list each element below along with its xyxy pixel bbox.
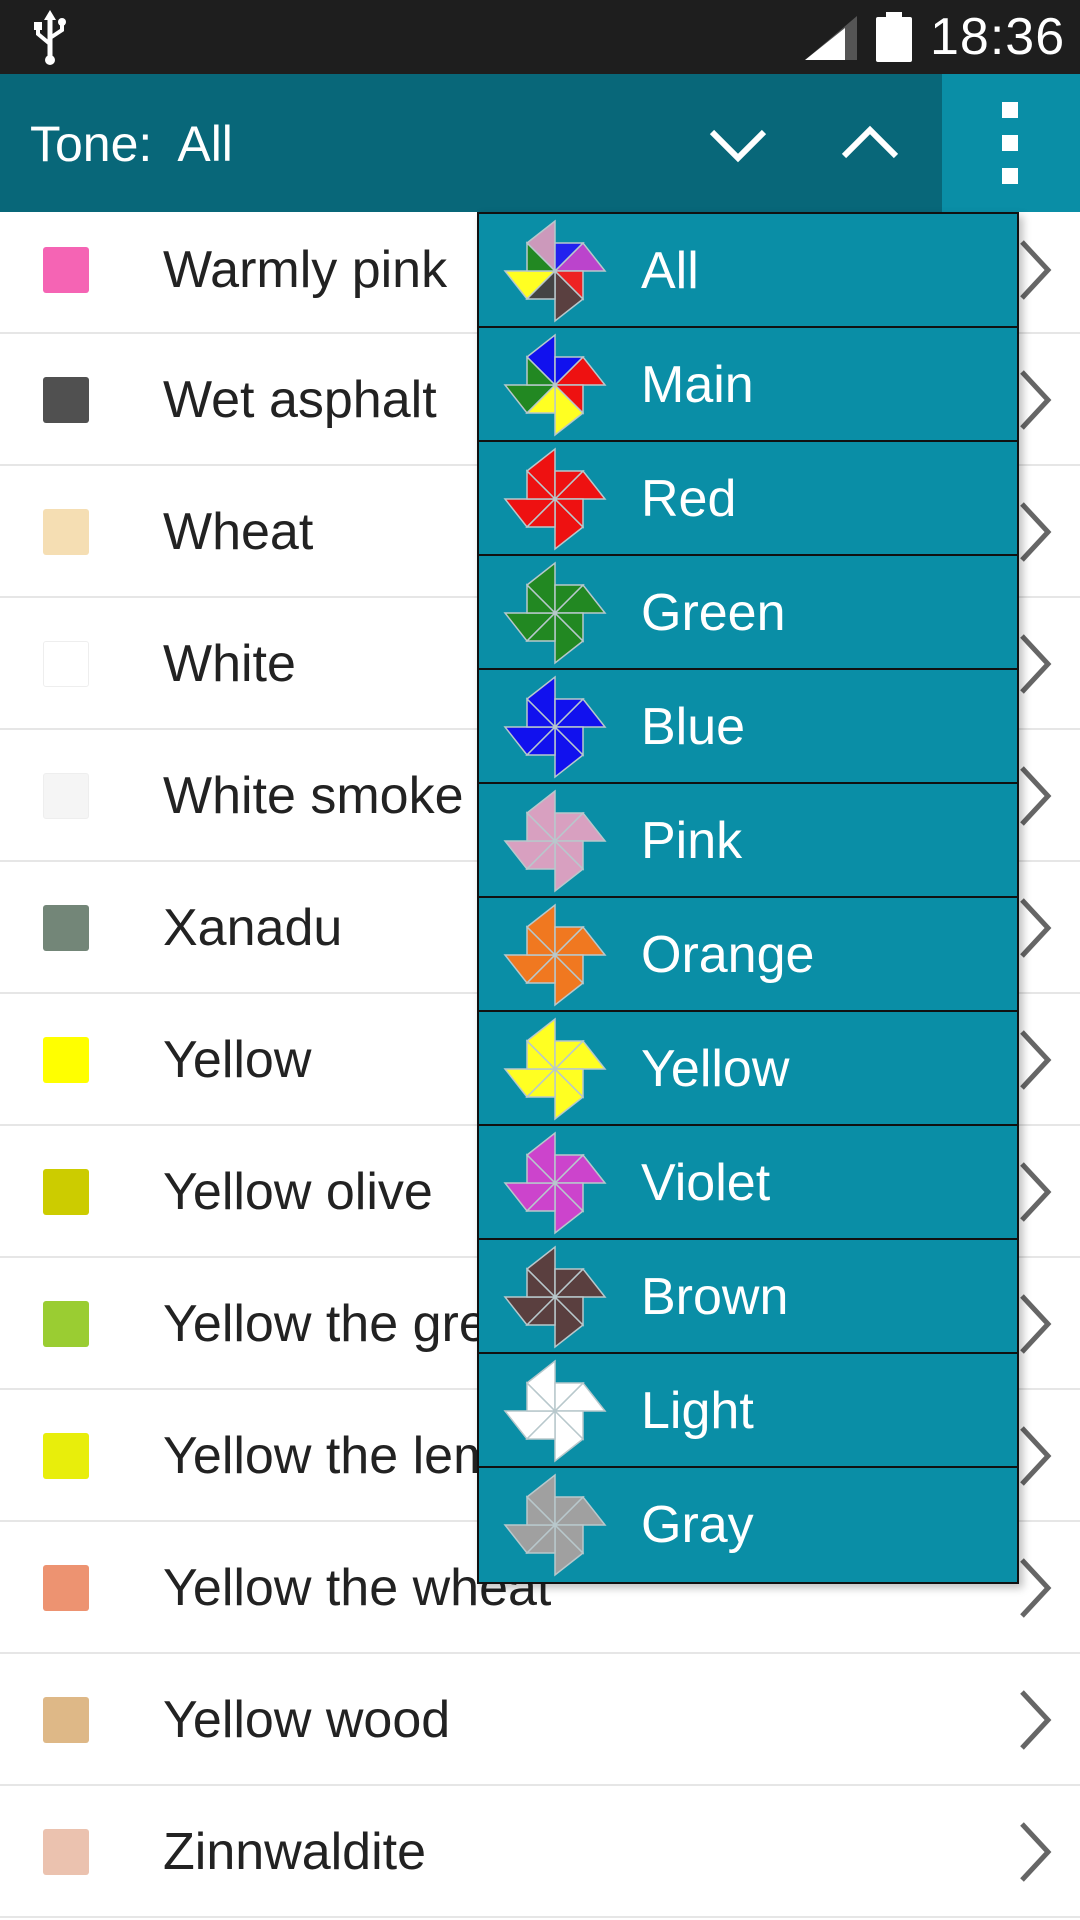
tone-menu-item-main[interactable]: Main bbox=[479, 328, 1017, 442]
tone-menu-item-yellow[interactable]: Yellow bbox=[479, 1012, 1017, 1126]
tone-menu-item-label: Orange bbox=[641, 926, 815, 984]
pinwheel-icon bbox=[503, 1245, 607, 1349]
color-name: Xanadu bbox=[163, 899, 343, 957]
tone-menu-item-orange[interactable]: Orange bbox=[479, 898, 1017, 1012]
color-swatch bbox=[43, 905, 89, 951]
tone-menu-item-label: Blue bbox=[641, 698, 746, 756]
pinwheel-icon bbox=[503, 561, 607, 665]
tone-menu-item-all[interactable]: All bbox=[479, 214, 1017, 328]
color-swatch bbox=[43, 773, 89, 819]
status-bar: 18:36 bbox=[0, 0, 1080, 74]
chevron-right-icon[interactable] bbox=[1018, 632, 1054, 696]
color-name: White smoke bbox=[163, 767, 464, 825]
overflow-menu-button[interactable] bbox=[942, 74, 1080, 212]
chevron-right-icon[interactable] bbox=[1018, 1556, 1054, 1620]
tone-menu-item-label: Gray bbox=[641, 1496, 754, 1554]
tone-menu-item-light[interactable]: Light bbox=[479, 1354, 1017, 1468]
list-item[interactable]: Zinnwaldite bbox=[0, 1786, 1080, 1918]
chevron-right-icon[interactable] bbox=[1018, 896, 1054, 960]
tone-dropdown-menu: All Main Red Green Blue Pink Orange Yellow Viole… bbox=[477, 212, 1019, 1584]
tone-menu-item-label: Red bbox=[641, 470, 737, 528]
tone-menu-item-brown[interactable]: Brown bbox=[479, 1240, 1017, 1354]
tone-menu-item-label: Brown bbox=[641, 1268, 789, 1326]
chevron-right-icon[interactable] bbox=[1018, 1688, 1054, 1752]
color-swatch bbox=[43, 1037, 89, 1083]
pinwheel-icon bbox=[503, 789, 607, 893]
tone-menu-item-blue[interactable]: Blue bbox=[479, 670, 1017, 784]
color-name: Yellow bbox=[163, 1031, 312, 1089]
color-swatch bbox=[43, 1565, 89, 1611]
tone-menu-item-label: All bbox=[641, 242, 699, 300]
signal-icon bbox=[805, 16, 857, 60]
list-item[interactable]: Yellow wood bbox=[0, 1654, 1080, 1786]
pinwheel-icon bbox=[503, 219, 607, 323]
chevron-right-icon[interactable] bbox=[1018, 1424, 1054, 1488]
color-swatch bbox=[43, 641, 89, 687]
tone-menu-item-pink[interactable]: Pink bbox=[479, 784, 1017, 898]
color-name: Wheat bbox=[163, 503, 314, 561]
color-swatch bbox=[43, 1301, 89, 1347]
color-swatch bbox=[43, 247, 89, 293]
color-name: Zinnwaldite bbox=[163, 1823, 427, 1881]
pinwheel-icon bbox=[503, 333, 607, 437]
tone-menu-item-label: Yellow bbox=[641, 1040, 790, 1098]
chevron-up-icon[interactable] bbox=[838, 114, 902, 174]
color-swatch bbox=[43, 1433, 89, 1479]
chevron-down-icon[interactable] bbox=[706, 114, 770, 174]
chevron-right-icon[interactable] bbox=[1018, 764, 1054, 828]
color-swatch bbox=[43, 1829, 89, 1875]
usb-icon bbox=[34, 10, 66, 65]
chevron-right-icon[interactable] bbox=[1018, 500, 1054, 564]
chevron-right-icon[interactable] bbox=[1018, 1292, 1054, 1356]
color-swatch bbox=[43, 509, 89, 555]
color-swatch bbox=[43, 377, 89, 423]
chevron-right-icon[interactable] bbox=[1018, 368, 1054, 432]
tone-menu-item-label: Light bbox=[641, 1382, 754, 1440]
tone-menu-item-gray[interactable]: Gray bbox=[479, 1468, 1017, 1582]
chevron-right-icon[interactable] bbox=[1018, 1820, 1054, 1884]
chevron-right-icon[interactable] bbox=[1018, 238, 1054, 302]
pinwheel-icon bbox=[503, 1131, 607, 1235]
pinwheel-icon bbox=[503, 1017, 607, 1121]
battery-icon bbox=[876, 12, 912, 62]
pinwheel-icon bbox=[503, 447, 607, 551]
overflow-dot bbox=[1002, 135, 1018, 151]
color-name: Yellow olive bbox=[163, 1163, 433, 1221]
color-name: Warmly pink bbox=[163, 241, 448, 299]
clock: 18:36 bbox=[930, 8, 1066, 66]
color-name: Yellow wood bbox=[163, 1691, 451, 1749]
color-swatch bbox=[43, 1697, 89, 1743]
chevron-right-icon[interactable] bbox=[1018, 1028, 1054, 1092]
pinwheel-icon bbox=[503, 1473, 607, 1577]
app-bar: Tone: All bbox=[0, 74, 1080, 212]
tone-menu-item-label: Pink bbox=[641, 812, 743, 870]
color-swatch bbox=[43, 1169, 89, 1215]
tone-menu-item-green[interactable]: Green bbox=[479, 556, 1017, 670]
color-name: White bbox=[163, 635, 296, 693]
chevron-right-icon[interactable] bbox=[1018, 1160, 1054, 1224]
tone-menu-item-violet[interactable]: Violet bbox=[479, 1126, 1017, 1240]
tone-menu-item-red[interactable]: Red bbox=[479, 442, 1017, 556]
overflow-menu-icon bbox=[1002, 102, 1018, 118]
overflow-dot bbox=[1002, 168, 1018, 184]
pinwheel-icon bbox=[503, 675, 607, 779]
color-name: Wet asphalt bbox=[163, 371, 437, 429]
tone-menu-item-label: Main bbox=[641, 356, 754, 414]
tone-menu-item-label: Violet bbox=[641, 1154, 771, 1212]
pinwheel-icon bbox=[503, 1359, 607, 1463]
pinwheel-icon bbox=[503, 903, 607, 1007]
tone-menu-item-label: Green bbox=[641, 584, 786, 642]
tone-selector-label[interactable]: Tone: All bbox=[30, 114, 233, 174]
